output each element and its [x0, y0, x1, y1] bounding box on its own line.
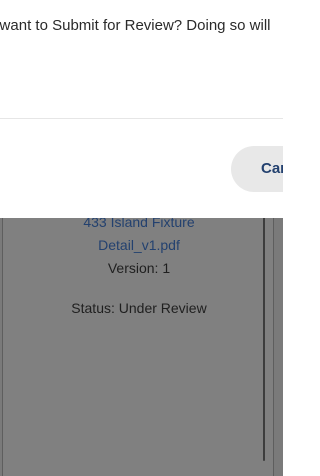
document-status: Status: Under Review: [71, 300, 207, 316]
document-name-line-2: Detail_v1.pdf: [98, 237, 180, 253]
dialog-message: Are you sure you want to Submit for Revi…: [0, 17, 271, 34]
document-version: Version: 1: [107, 260, 171, 276]
screen: 433 Island Fixture Detail_v1.pdf Version…: [0, 0, 283, 476]
dialog-divider: [0, 118, 283, 119]
cancel-button[interactable]: Cancel: [231, 146, 283, 192]
confirm-dialog: Are you sure you want to Submit for Revi…: [0, 0, 283, 218]
